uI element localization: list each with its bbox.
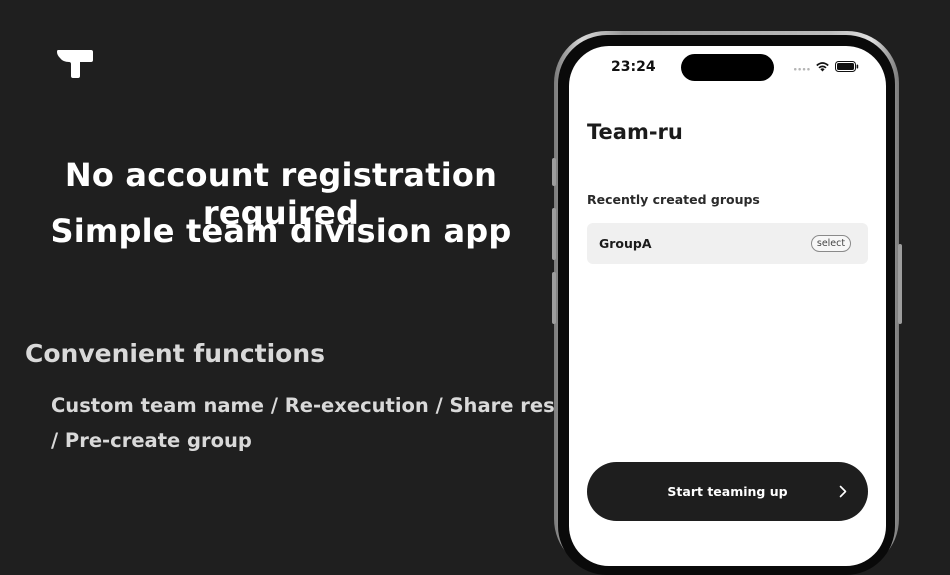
headline-line-2: Simple team division app xyxy=(50,212,512,250)
features-line-2: / Pre-create group xyxy=(51,429,252,452)
action-button xyxy=(552,158,556,186)
recent-groups-label: Recently created groups xyxy=(587,192,760,207)
select-group-button[interactable]: select xyxy=(811,235,851,252)
start-teaming-label: Start teaming up xyxy=(667,484,788,499)
wifi-icon xyxy=(816,62,829,72)
status-time: 23:24 xyxy=(611,59,656,75)
battery-icon xyxy=(835,61,859,72)
start-teaming-button[interactable]: Start teaming up xyxy=(587,462,868,521)
features-line-1: Custom team name / Re-execution / Share … xyxy=(51,394,597,417)
volume-down-button xyxy=(552,272,556,324)
cellular-signal-icon xyxy=(794,68,810,71)
app-logo xyxy=(57,50,93,78)
volume-up-button xyxy=(552,208,556,260)
power-button xyxy=(898,244,902,324)
dynamic-island xyxy=(681,54,774,81)
features-title: Convenient functions xyxy=(25,339,326,368)
chevron-right-icon xyxy=(839,485,847,498)
app-title: Team-ru xyxy=(587,120,683,144)
group-name: GroupA xyxy=(599,236,652,251)
group-list-item[interactable]: GroupA select xyxy=(587,223,868,264)
phone-screen: 23:24 Team-ru Recently created groups Gr… xyxy=(569,46,886,566)
